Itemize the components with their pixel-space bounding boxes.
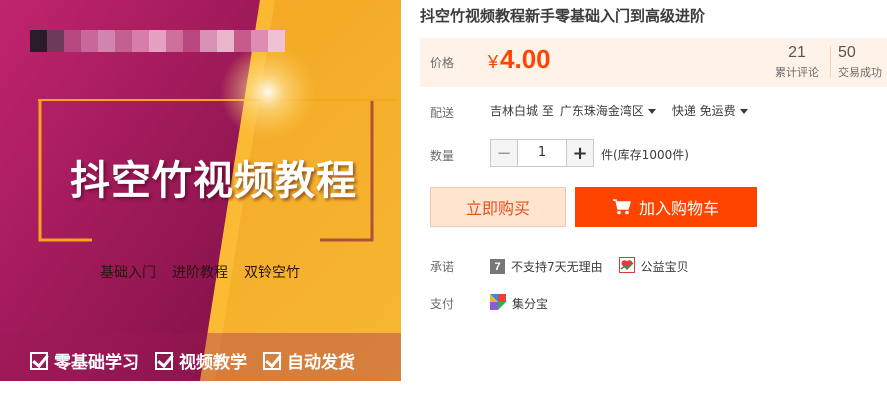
review-count-label: 累计评论 (775, 66, 819, 79)
shipping-row: 吉林白城 至 广东珠海金湾区 快递 免运费 (490, 102, 748, 119)
promise-item[interactable]: 公益宝贝 (618, 257, 689, 276)
promo-feature: 零基础学习 (30, 348, 139, 373)
price-panel: 价格 ¥4.00 21 累计评论 50 交易成功 (420, 38, 887, 87)
shipping-label: 配送 (430, 106, 455, 120)
checkbox-icon (30, 351, 48, 370)
mosaic-tile (30, 30, 47, 52)
mosaic-tile (81, 30, 98, 52)
review-count-stat[interactable]: 21 累计评论 (772, 44, 822, 80)
review-count: 21 (788, 44, 806, 61)
quantity-input[interactable]: 1 (518, 139, 566, 167)
promo-tag: 进阶教程 (172, 265, 228, 281)
product-main-image[interactable]: 抖空竹视频教程 基础入门 进阶教程 双铃空竹 零基础学习 视频教学 自动发货 (0, 0, 401, 381)
promo-feature-label: 自动发货 (287, 353, 355, 373)
promo-feature-label: 零基础学习 (54, 353, 139, 373)
mosaic-tile (149, 30, 166, 52)
decrement-button[interactable]: − (490, 139, 518, 167)
promise-item-label: 公益宝贝 (640, 260, 689, 274)
currency-symbol: ¥ (488, 52, 499, 72)
promise-item[interactable]: 7 不支持7天无理由 (490, 258, 603, 275)
promo-feature-label: 视频教学 (179, 353, 247, 373)
mosaic-tile (98, 30, 115, 52)
mosaic-tile (268, 30, 285, 52)
product-detail-page: 抖空竹视频教程 基础入门 进阶教程 双铃空竹 零基础学习 视频教学 自动发货 抖… (0, 0, 887, 403)
promo-feature: 自动发货 (263, 348, 355, 373)
payment-method-label: 集分宝 (512, 297, 549, 311)
sales-count: 50 (838, 44, 856, 61)
mosaic-tile (64, 30, 81, 52)
promo-features: 零基础学习 视频教学 自动发货 (30, 348, 355, 373)
seven-day-icon: 7 (490, 259, 505, 274)
shipping-from: 吉林白城 至 (490, 104, 554, 118)
mosaic-tile (183, 30, 200, 52)
mosaic-tile (166, 30, 183, 52)
mosaic-tile (217, 30, 234, 52)
price-value: ¥4.00 (488, 44, 551, 75)
add-to-cart-button[interactable]: 加入购物车 (575, 187, 757, 227)
shipping-destination-select[interactable]: 广东珠海金湾区 (560, 102, 656, 119)
checkbox-icon (263, 351, 281, 370)
promise-item-label: 不支持7天无理由 (511, 260, 603, 274)
mosaic-tile (251, 30, 268, 52)
add-to-cart-label: 加入购物车 (638, 199, 719, 218)
promise-label: 承诺 (430, 260, 455, 274)
divider (830, 46, 831, 78)
price-label: 价格 (430, 56, 455, 70)
payment-label: 支付 (430, 297, 455, 311)
mosaic-tile (47, 30, 64, 52)
product-title: 抖空竹视频教程新手零基础入门到高级进阶 (420, 7, 706, 25)
blurred-watermark (30, 30, 285, 52)
payment-method[interactable]: 集分宝 (490, 294, 548, 313)
promo-feature: 视频教学 (155, 348, 247, 373)
jifenbao-icon (490, 294, 506, 313)
mosaic-tile (234, 30, 251, 52)
promo-tag: 基础入门 (100, 265, 156, 281)
buy-now-button[interactable]: 立即购买 (430, 187, 566, 227)
mosaic-tile (115, 30, 132, 52)
mosaic-tile (132, 30, 149, 52)
checkbox-icon (155, 351, 173, 370)
shipping-destination: 广东珠海金湾区 (559, 104, 644, 118)
shipping-method: 快递 免运费 (671, 104, 736, 118)
promo-tag: 双铃空竹 (244, 265, 300, 281)
promo-tags: 基础入门 进阶教程 双铃空竹 (100, 262, 300, 282)
promo-title: 抖空竹视频教程 (70, 157, 357, 204)
sales-count-stat: 50 交易成功 (838, 44, 887, 80)
increment-button[interactable]: + (566, 139, 594, 167)
quantity-label: 数量 (430, 149, 455, 163)
chevron-down-icon (739, 109, 748, 114)
chevron-down-icon (647, 109, 656, 114)
sales-count-label: 交易成功 (838, 66, 882, 79)
stock-info: 件(库存1000件) (601, 148, 689, 162)
quantity-stepper: − 1 + (490, 139, 594, 167)
price-amount: 4.00 (500, 44, 551, 74)
mosaic-tile (200, 30, 217, 52)
shipping-method-select[interactable]: 快递 免运费 (672, 102, 748, 119)
charity-icon (618, 257, 635, 276)
shopping-cart-icon (612, 199, 631, 215)
promise-list: 7 不支持7天无理由 公益宝贝 (490, 257, 689, 276)
